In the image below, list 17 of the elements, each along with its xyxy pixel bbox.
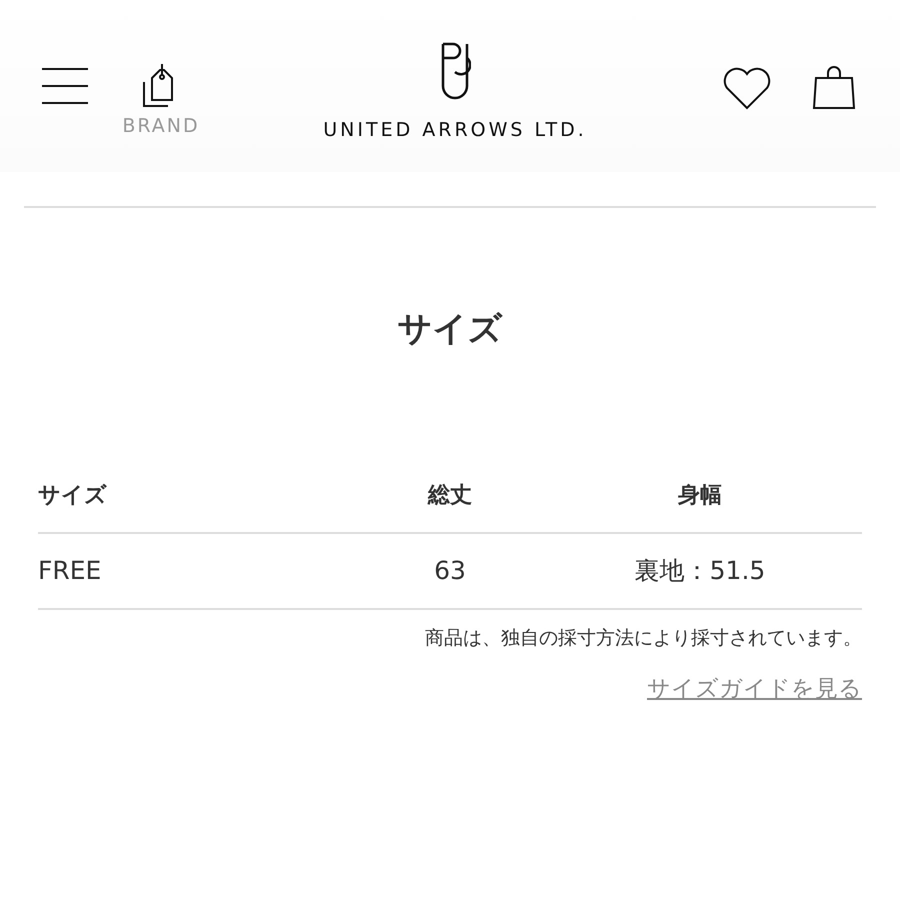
- table-cell-text: FREE: [38, 555, 102, 587]
- table-cell-text: 裏地：51.5: [634, 555, 766, 587]
- section-title: サイズ: [396, 308, 504, 351]
- bag-icon: [810, 64, 858, 110]
- brand-button[interactable]: BRAND: [116, 62, 206, 140]
- size-guide-link[interactable]: サイズガイドを見る: [647, 672, 862, 706]
- column-header: サイズ: [38, 482, 108, 510]
- logo-text: UNITED ARROWS LTD.: [323, 118, 587, 143]
- favorite-button[interactable]: [722, 66, 772, 110]
- column-header: 身幅: [677, 482, 723, 510]
- column-header: 総丈: [426, 482, 473, 510]
- cart-button[interactable]: [810, 64, 858, 110]
- table-cell-text: 63: [433, 555, 467, 587]
- logo-icon: [439, 42, 471, 100]
- heart-icon: [722, 66, 772, 110]
- menu-button[interactable]: [42, 66, 88, 106]
- measurement-note: 商品は、独自の採寸方法により採寸されています。: [425, 626, 862, 650]
